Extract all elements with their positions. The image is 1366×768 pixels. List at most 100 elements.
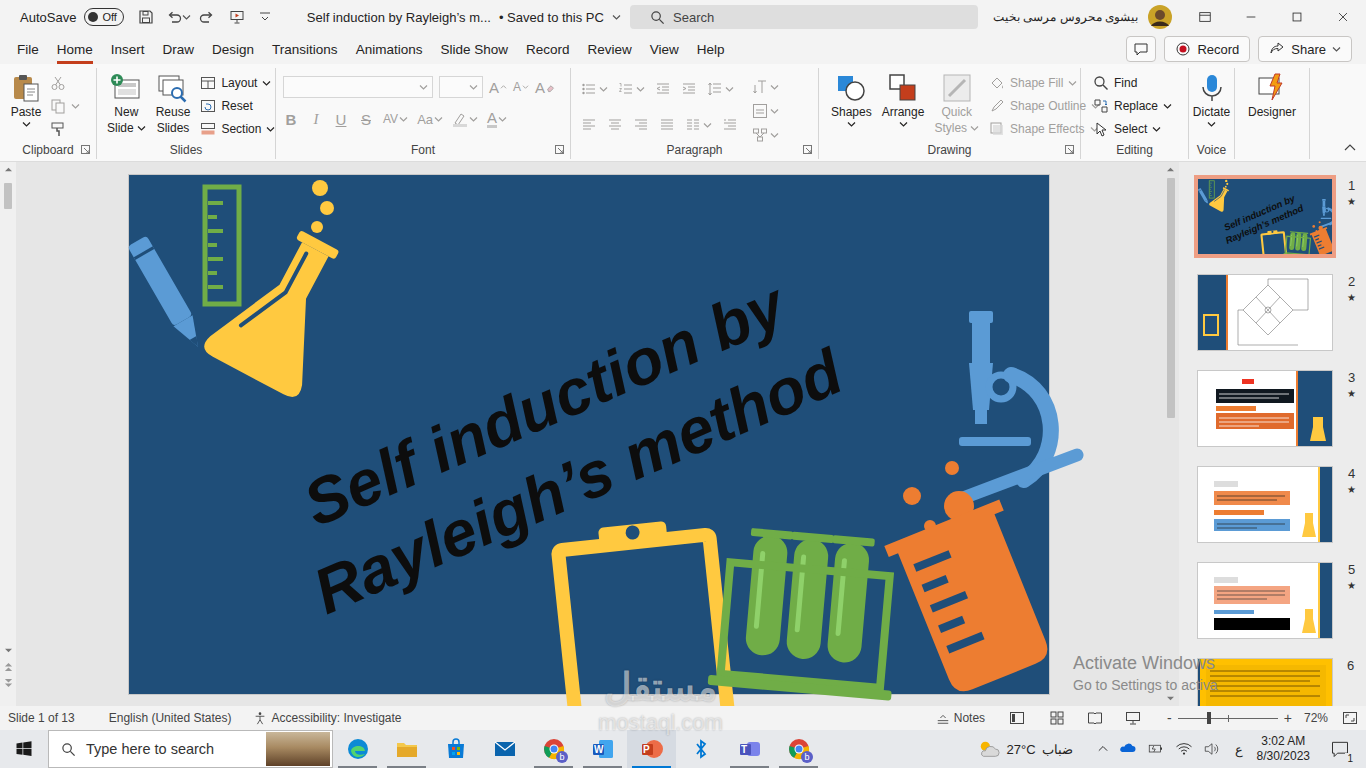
ribbon-tab[interactable]: Review (588, 34, 632, 64)
taskbar-app[interactable] (480, 730, 529, 768)
user-avatar-icon[interactable] (1148, 5, 1172, 29)
language[interactable]: English (United States) (109, 711, 232, 725)
present-icon[interactable] (229, 9, 245, 25)
decrease-indent-button[interactable] (655, 80, 671, 98)
taskbar-app[interactable]: b (774, 730, 823, 768)
layout-button[interactable]: Layout (200, 74, 275, 92)
dialog-launcher-icon[interactable] (555, 145, 564, 154)
ribbon-tab[interactable]: Slide Show (440, 34, 508, 64)
show-hidden-icons-icon[interactable] (1097, 744, 1109, 754)
collapse-ribbon-icon[interactable] (1344, 143, 1356, 152)
notes-button[interactable]: Notes (936, 711, 985, 725)
start-button[interactable] (0, 730, 48, 768)
ribbon-tab[interactable]: Record (526, 34, 570, 64)
ribbon-tab[interactable]: View (650, 34, 679, 64)
redo-icon[interactable] (199, 9, 215, 25)
strike-button[interactable]: S (358, 111, 374, 128)
increase-indent-button[interactable] (681, 80, 697, 98)
align-left-button[interactable] (581, 116, 597, 134)
dialog-launcher-icon[interactable] (1065, 145, 1074, 154)
ribbon-tab[interactable]: Draw (163, 34, 195, 64)
shrink-button[interactable]: A (513, 80, 529, 94)
taskbar-search[interactable]: Type here to search (48, 730, 333, 768)
bullets-button[interactable] (581, 80, 608, 98)
arrange-button[interactable]: Arrange (878, 70, 929, 130)
window-button[interactable] (1228, 0, 1274, 34)
scroll-up-icon[interactable] (4, 166, 13, 173)
input-language[interactable]: ع (1235, 742, 1243, 757)
shape-effects-button[interactable]: Shape Effects (989, 120, 1100, 138)
record-button[interactable]: Record (1164, 36, 1250, 62)
zoom-thumb[interactable] (1207, 712, 1211, 724)
taskbar-app[interactable] (382, 730, 431, 768)
accessibility-button[interactable]: Accessibility: Investigate (253, 711, 401, 725)
quick-styles-button[interactable]: QuickStyles (930, 70, 983, 138)
line-spacing-button[interactable] (707, 80, 734, 98)
slide-thumbnail[interactable]: 5★ (1179, 562, 1366, 639)
scroll-thumb[interactable] (4, 183, 12, 209)
italic-button[interactable]: I (308, 111, 324, 128)
document-title[interactable]: Self induction by Rayleigh’s m...• Saved… (307, 10, 630, 25)
font-name-box[interactable] (283, 76, 433, 98)
clear-button[interactable]: A (535, 79, 556, 96)
underline-button[interactable]: U (333, 111, 349, 128)
notification-button[interactable]: 1 (1320, 730, 1360, 768)
cut-button[interactable] (50, 74, 80, 92)
zoom-level[interactable]: 72% (1304, 711, 1328, 725)
customize-icon[interactable] (257, 9, 273, 25)
weather[interactable]: 27°Cضباب (977, 738, 1073, 760)
dictate-button[interactable]: Dictate (1189, 70, 1234, 130)
onedrive-icon[interactable] (1119, 740, 1137, 758)
slideshow-icon[interactable] (1125, 710, 1141, 726)
zoom-out-button[interactable]: - (1167, 710, 1172, 726)
taskbar-app[interactable]: b (529, 730, 578, 768)
search-box[interactable]: Search (630, 5, 978, 29)
align-right-button[interactable] (633, 116, 649, 134)
previous-slide-icon[interactable] (4, 662, 13, 672)
slide-thumbnail[interactable]: 3★ (1179, 370, 1366, 447)
reading-view-icon[interactable] (1087, 710, 1103, 726)
taskbar-app[interactable]: P (627, 730, 676, 768)
paste-button[interactable]: Paste (6, 70, 46, 130)
select-button[interactable]: Select (1093, 120, 1172, 138)
autosave-toggle[interactable]: Off (84, 8, 123, 26)
shape-fill-button[interactable]: Shape Fill (989, 74, 1100, 92)
clock[interactable]: 3:02 AM8/30/2023 (1257, 734, 1310, 764)
scroll-down-icon[interactable] (4, 647, 13, 654)
ribbon-tab[interactable]: Design (212, 34, 254, 64)
window-button[interactable] (1274, 0, 1320, 34)
columns-button[interactable] (685, 116, 712, 134)
highlight-button[interactable] (452, 111, 478, 127)
undo-icon[interactable] (166, 9, 182, 25)
slide-thumbnail[interactable]: 6 (1179, 658, 1366, 706)
case-button[interactable]: Aa (417, 112, 443, 127)
ribbon-tab[interactable]: Help (697, 34, 725, 64)
save-icon[interactable] (138, 9, 154, 25)
section-button[interactable]: Section (200, 120, 275, 138)
normal-view-icon[interactable] (1009, 710, 1025, 726)
text-direction-rtl-button[interactable] (722, 116, 738, 134)
thumbnail-scrollbar[interactable] (1162, 162, 1179, 706)
color-button[interactable]: A (487, 110, 507, 128)
taskbar-app[interactable]: T (725, 730, 774, 768)
window-button[interactable] (1320, 0, 1366, 34)
ribbon-tab[interactable]: File (17, 34, 39, 64)
shapes-button[interactable]: Shapes (827, 70, 876, 130)
fit-to-window-icon[interactable] (1342, 710, 1358, 726)
scroll-down-icon[interactable] (1166, 695, 1175, 702)
bold-button[interactable]: B (283, 111, 299, 128)
taskbar-app[interactable]: W (578, 730, 627, 768)
slide[interactable]: Self induction byRayleigh’s method (129, 175, 1049, 694)
shape-outline-button[interactable]: Shape Outline (989, 97, 1100, 115)
reuse-slides-button[interactable]: ReuseSlides (152, 70, 195, 138)
taskbar-app[interactable] (431, 730, 480, 768)
format-painter-button[interactable] (50, 120, 80, 138)
grow-button[interactable]: A (489, 79, 507, 96)
align-text-button[interactable] (752, 102, 779, 120)
align-center-button[interactable] (607, 116, 623, 134)
ribbon-tab[interactable]: Home (57, 34, 93, 64)
slide-thumbnail[interactable]: 2★ (1179, 274, 1366, 351)
numbering-button[interactable] (618, 80, 645, 98)
scroll-up-icon[interactable] (1166, 166, 1175, 173)
replace-button[interactable]: Replace (1093, 97, 1172, 115)
